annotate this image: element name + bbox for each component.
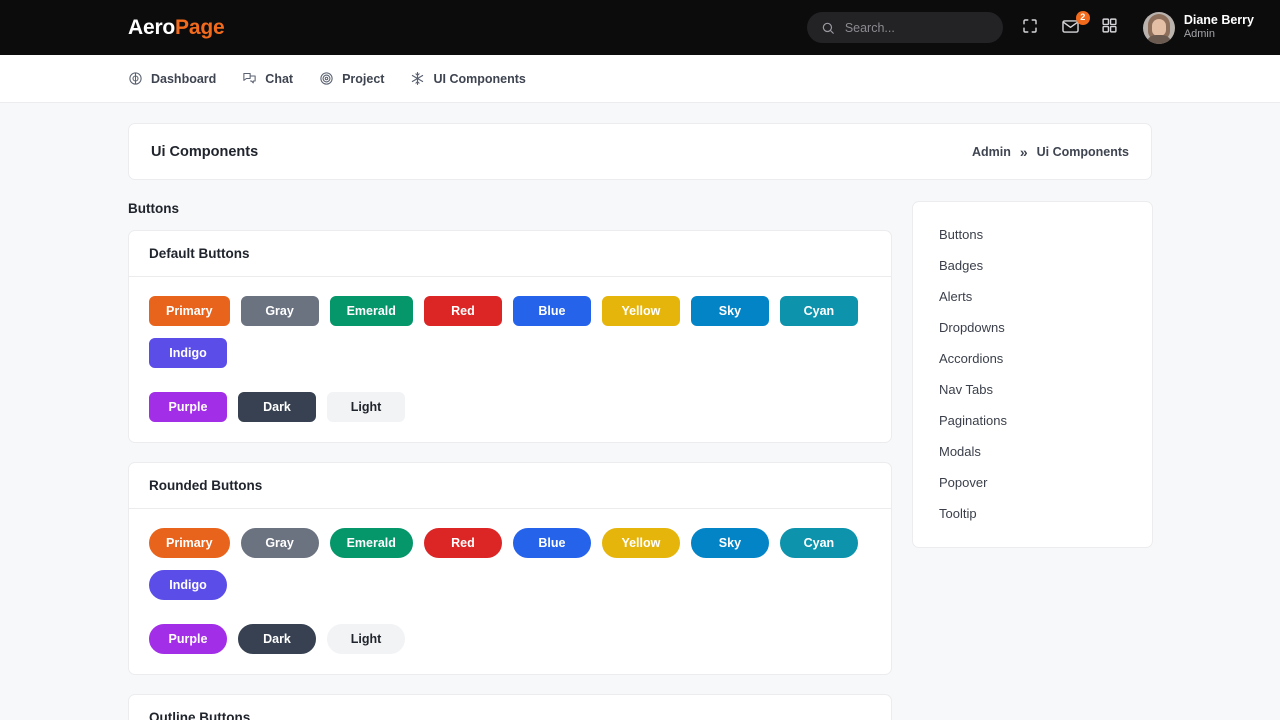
button-rounded-gray[interactable]: Gray xyxy=(241,528,319,558)
button-rounded-primary[interactable]: Primary xyxy=(149,528,230,558)
logo-text-primary: Aero xyxy=(128,16,175,39)
button-default-dark[interactable]: Dark xyxy=(238,392,316,422)
target-dashboard-icon xyxy=(128,71,143,86)
messages-badge: 2 xyxy=(1076,11,1090,25)
button-rounded-red[interactable]: Red xyxy=(424,528,502,558)
button-rounded-cyan[interactable]: Cyan xyxy=(780,528,858,558)
user-name: Diane Berry xyxy=(1184,13,1254,29)
fullscreen-button[interactable] xyxy=(1021,17,1043,39)
panel-title: Rounded Buttons xyxy=(129,463,891,509)
components-index-column: Buttons Badges Alerts Dropdowns Accordio… xyxy=(912,201,1153,548)
sidebar-item-buttons[interactable]: Buttons xyxy=(913,219,1152,250)
button-default-light[interactable]: Light xyxy=(327,392,405,422)
target-circles-icon xyxy=(319,71,334,86)
button-rounded-emerald[interactable]: Emerald xyxy=(330,528,413,558)
page-title: Ui Components xyxy=(151,144,258,160)
button-rounded-indigo[interactable]: Indigo xyxy=(149,570,227,600)
button-default-gray[interactable]: Gray xyxy=(241,296,319,326)
button-rounded-purple[interactable]: Purple xyxy=(149,624,227,654)
apps-button[interactable] xyxy=(1101,17,1123,39)
fullscreen-icon xyxy=(1021,17,1039,35)
user-profile-menu[interactable]: Diane Berry Admin xyxy=(1143,12,1254,44)
content-columns: Buttons Default Buttons Primary Gray Emeral… xyxy=(128,201,1152,720)
search-input[interactable] xyxy=(845,21,989,35)
sidebar-item-dropdowns[interactable]: Dropdowns xyxy=(913,312,1152,343)
section-title-buttons: Buttons xyxy=(128,201,892,216)
messages-button[interactable]: 2 xyxy=(1061,17,1083,39)
user-role: Admin xyxy=(1184,28,1254,42)
top-header-bar: AeroPage xyxy=(0,0,1280,55)
app-logo[interactable]: AeroPage xyxy=(128,16,224,40)
asterisk-snowflake-icon xyxy=(410,71,425,86)
components-column: Buttons Default Buttons Primary Gray Emeral… xyxy=(128,201,892,720)
breadcrumb-separator-icon: » xyxy=(1020,144,1028,160)
panel-body: Primary Gray Emerald Red Blue Yellow Sky Cyan In… xyxy=(129,509,891,674)
button-default-blue[interactable]: Blue xyxy=(513,296,591,326)
page-header-card: Ui Components Admin » Ui Components xyxy=(128,123,1152,180)
panel-rounded-buttons: Rounded Buttons Primary Gray Emerald Red Blue… xyxy=(128,462,892,675)
button-default-emerald[interactable]: Emerald xyxy=(330,296,413,326)
nav-label: Project xyxy=(342,72,384,86)
panel-outline-buttons: Outline ButtonsPrimaryGrayEmeraldRedBlue… xyxy=(128,694,892,720)
panels-container: Default Buttons Primary Gray Emerald Red Blue… xyxy=(128,230,892,720)
button-rounded-sky[interactable]: Sky xyxy=(691,528,769,558)
avatar xyxy=(1143,12,1175,44)
nav-label: Dashboard xyxy=(151,72,216,86)
button-rounded-yellow[interactable]: Yellow xyxy=(602,528,680,558)
button-default-yellow[interactable]: Yellow xyxy=(602,296,680,326)
button-default-purple[interactable]: Purple xyxy=(149,392,227,422)
page-content: Ui Components Admin » Ui Components Butt… xyxy=(0,103,1280,720)
nav-item-ui-components[interactable]: UI Components xyxy=(410,71,525,86)
sidebar-item-badges[interactable]: Badges xyxy=(913,250,1152,281)
sidebar-item-nav-tabs[interactable]: Nav Tabs xyxy=(913,374,1152,405)
sidebar-item-paginations[interactable]: Paginations xyxy=(913,405,1152,436)
panel-default-buttons: Default Buttons Primary Gray Emerald Red Blue… xyxy=(128,230,892,443)
nav-label: Chat xyxy=(265,72,293,86)
logo-text-accent: Page xyxy=(175,16,224,39)
panel-body: Primary Gray Emerald Red Blue Yellow Sky Cyan In… xyxy=(129,277,891,442)
button-default-red[interactable]: Red xyxy=(424,296,502,326)
button-default-cyan[interactable]: Cyan xyxy=(780,296,858,326)
user-meta: Diane Berry Admin xyxy=(1184,13,1254,42)
nav-item-chat[interactable]: Chat xyxy=(242,71,293,86)
components-index-card: Buttons Badges Alerts Dropdowns Accordio… xyxy=(912,201,1153,548)
button-rounded-blue[interactable]: Blue xyxy=(513,528,591,558)
main-navigation: Dashboard Chat Project UI Components xyxy=(0,55,1280,103)
sidebar-item-tooltip[interactable]: Tooltip xyxy=(913,498,1152,529)
chat-bubble-icon xyxy=(242,71,257,86)
search-icon xyxy=(821,21,835,35)
button-default-indigo[interactable]: Indigo xyxy=(149,338,227,368)
button-rounded-dark[interactable]: Dark xyxy=(238,624,316,654)
button-rounded-light[interactable]: Light xyxy=(327,624,405,654)
panel-title: Outline Buttons xyxy=(129,695,891,720)
button-default-primary[interactable]: Primary xyxy=(149,296,230,326)
breadcrumb-current: Ui Components xyxy=(1037,145,1129,159)
sidebar-item-accordions[interactable]: Accordions xyxy=(913,343,1152,374)
nav-label: UI Components xyxy=(433,72,525,86)
grid-apps-icon xyxy=(1101,17,1118,34)
panel-title: Default Buttons xyxy=(129,231,891,277)
header-actions: 2 Diane Berry Admin xyxy=(807,12,1254,44)
nav-item-project[interactable]: Project xyxy=(319,71,384,86)
breadcrumb: Admin » Ui Components xyxy=(972,144,1129,160)
sidebar-item-alerts[interactable]: Alerts xyxy=(913,281,1152,312)
breadcrumb-root[interactable]: Admin xyxy=(972,145,1011,159)
sidebar-item-popover[interactable]: Popover xyxy=(913,467,1152,498)
button-default-sky[interactable]: Sky xyxy=(691,296,769,326)
nav-item-dashboard[interactable]: Dashboard xyxy=(128,71,216,86)
sidebar-item-modals[interactable]: Modals xyxy=(913,436,1152,467)
search-box[interactable] xyxy=(807,12,1003,43)
